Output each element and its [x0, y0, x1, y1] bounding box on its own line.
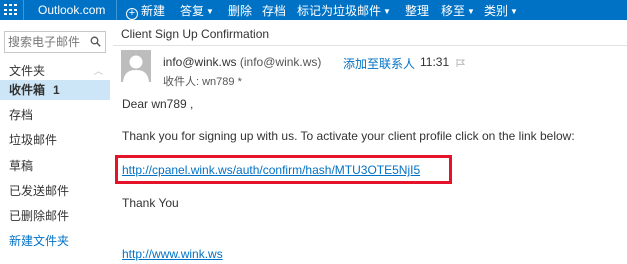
body-paragraph: Thank you for signing up with us. To act… — [122, 129, 575, 143]
sidebar-item-junk[interactable]: 垃圾邮件 — [0, 130, 110, 150]
message-time: 11:31 — [420, 55, 450, 69]
sidebar-item-deleted[interactable]: 已删除邮件 — [0, 206, 110, 226]
delete-label: 删除 — [228, 4, 253, 18]
delete-button[interactable]: 删除 — [228, 2, 252, 19]
plus-icon: + — [126, 8, 138, 20]
sender[interactable]: info@wink.ws (info@wink.ws) — [163, 55, 321, 69]
chevron-down-icon: ▼ — [206, 7, 214, 16]
unread-count: 1 — [53, 83, 60, 97]
folders-header[interactable]: 文件夹 — [9, 62, 45, 79]
avatar[interactable] — [121, 50, 151, 82]
new-label: 新建 — [141, 4, 166, 18]
sweep-label: 整理 — [405, 4, 430, 18]
sidebar-item-sent[interactable]: 已发送邮件 — [0, 181, 110, 201]
sidebar-item-label: 存档 — [9, 108, 34, 122]
archive-label: 存档 — [262, 4, 287, 18]
search-icon[interactable] — [90, 36, 101, 47]
highlight-box — [115, 155, 452, 184]
new-folder-link[interactable]: 新建文件夹 — [0, 231, 110, 251]
sender-name: info@wink.ws — [163, 55, 237, 69]
add-to-contacts-link[interactable]: 添加至联系人 — [343, 55, 415, 72]
flag-icon[interactable] — [456, 59, 465, 67]
sidebar-item-inbox[interactable]: 收件箱 1 — [0, 80, 110, 100]
divider — [113, 45, 627, 46]
sender-address: (info@wink.ws) — [239, 55, 322, 69]
sidebar-item-label: 垃圾邮件 — [9, 133, 58, 147]
sidebar-item-label: 已删除邮件 — [9, 209, 70, 223]
mark-junk-label: 标记为垃圾邮件 — [297, 4, 382, 18]
chevron-up-icon[interactable]: ︿ — [94, 64, 103, 77]
message-subject: Client Sign Up Confirmation — [121, 27, 270, 41]
greeting-text: Dear wn789 , — [122, 97, 194, 111]
chevron-down-icon: ▼ — [467, 7, 475, 16]
sweep-button[interactable]: 整理 — [405, 2, 429, 19]
mark-junk-button[interactable]: 标记为垃圾邮件 ▼ — [297, 2, 391, 19]
app-launcher-icon[interactable] — [4, 4, 17, 16]
new-button[interactable]: + 新建 — [126, 2, 165, 20]
search-box — [4, 31, 106, 53]
reply-label: 答复 — [180, 4, 205, 18]
archive-button[interactable]: 存档 — [262, 2, 286, 19]
reply-button[interactable]: 答复 ▼ — [180, 2, 214, 19]
categories-label: 类别 — [484, 4, 509, 18]
chevron-down-icon: ▼ — [510, 7, 518, 16]
categories-button[interactable]: 类别 ▼ — [484, 2, 518, 19]
sidebar-item-label: 草稿 — [9, 159, 34, 173]
sidebar-item-label: 已发送邮件 — [9, 184, 70, 198]
move-to-button[interactable]: 移至 ▼ — [441, 2, 475, 19]
recipient-line[interactable]: 收件人: wn789 * — [163, 73, 242, 89]
sidebar-item-label: 收件箱 — [9, 83, 46, 97]
top-command-bar: Outlook.com + 新建 答复 ▼ 删除 存档 标记为垃圾邮件 ▼ 整理 移至… — [0, 0, 627, 20]
closing-text: Thank You — [122, 196, 179, 210]
move-to-label: 移至 — [441, 4, 466, 18]
brand-logo[interactable]: Outlook.com — [38, 3, 105, 17]
divider — [23, 0, 24, 20]
sidebar-item-archive[interactable]: 存档 — [0, 105, 110, 125]
person-icon — [121, 50, 151, 82]
search-input[interactable] — [5, 32, 89, 52]
sidebar-item-drafts[interactable]: 草稿 — [0, 156, 110, 176]
website-link[interactable]: http://www.wink.ws — [122, 247, 223, 261]
divider — [116, 0, 117, 20]
chevron-down-icon: ▼ — [383, 7, 391, 16]
